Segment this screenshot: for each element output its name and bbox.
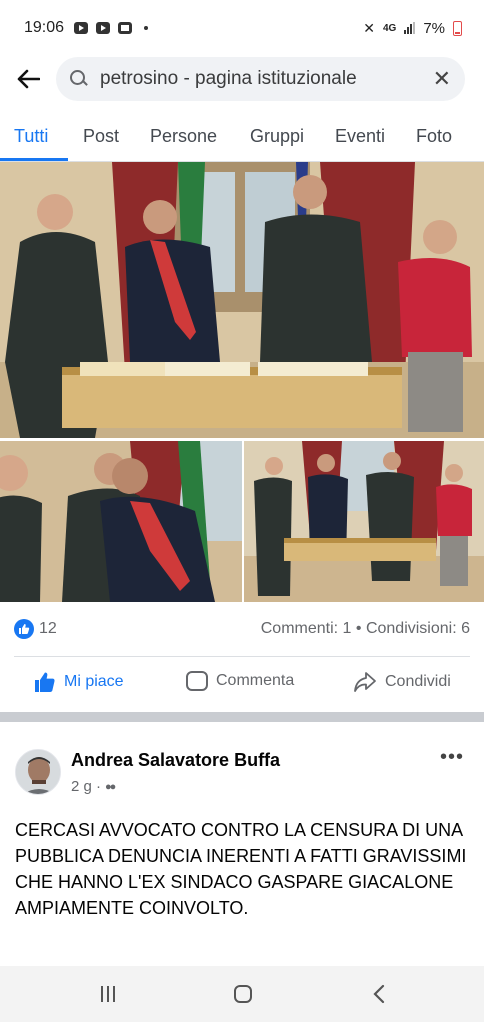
post-stats: 12 Commenti: 1 • Condivisioni: 6 bbox=[0, 614, 484, 644]
search-input[interactable]: petrosino - pagina istituzionale ✕ bbox=[56, 57, 465, 101]
like-count[interactable]: 12 bbox=[39, 620, 57, 638]
home-icon[interactable] bbox=[228, 980, 258, 1008]
author-name[interactable]: Andrea Salavatore Buffa bbox=[71, 750, 280, 771]
share-label: Condividi bbox=[385, 673, 451, 690]
post-photo-3[interactable] bbox=[244, 441, 484, 602]
search-query[interactable]: petrosino - pagina istituzionale bbox=[100, 68, 433, 90]
comment-icon bbox=[186, 671, 208, 691]
post-meta: 2 g · ●● bbox=[71, 778, 116, 795]
back-nav-icon[interactable] bbox=[364, 980, 394, 1008]
share-button[interactable]: Condividi bbox=[353, 671, 451, 693]
like-button[interactable]: Mi piace bbox=[34, 671, 124, 693]
tab-eventi[interactable]: Eventi bbox=[335, 126, 385, 147]
author-avatar[interactable] bbox=[15, 749, 61, 795]
tab-foto[interactable]: Foto bbox=[416, 126, 452, 147]
more-notifications-dot-icon bbox=[144, 26, 149, 30]
more-icon[interactable]: ••• bbox=[440, 746, 464, 769]
post-card: Andrea Salavatore Buffa 2 g · ●● ••• CER… bbox=[0, 722, 484, 966]
post-text: CERCASI AVVOCATO CONTRO LA CENSURA DI UN… bbox=[15, 820, 467, 918]
battery-percent: 7% bbox=[423, 19, 445, 37]
youtube-notification-icon-2 bbox=[96, 22, 111, 34]
friends-icon: ●● bbox=[105, 780, 116, 793]
like-label: Mi piace bbox=[64, 673, 124, 690]
status-time: 19:06 bbox=[24, 19, 65, 36]
tab-persone[interactable]: Persone bbox=[150, 126, 217, 147]
signal-icon bbox=[404, 22, 416, 34]
clear-icon[interactable]: ✕ bbox=[433, 66, 451, 92]
search-icon bbox=[70, 70, 88, 88]
post-photo-main[interactable] bbox=[0, 162, 484, 438]
recents-icon[interactable] bbox=[93, 980, 123, 1008]
battery-icon bbox=[453, 20, 462, 36]
post-time[interactable]: 2 g · bbox=[71, 778, 101, 795]
system-nav-bar bbox=[0, 966, 484, 1022]
share-icon bbox=[354, 672, 376, 692]
gallery-notification-icon bbox=[118, 22, 133, 34]
tab-post[interactable]: Post bbox=[83, 126, 119, 147]
like-badge-icon bbox=[14, 619, 34, 639]
post-photo-2[interactable] bbox=[0, 441, 242, 602]
comment-label: Commenta bbox=[216, 672, 295, 689]
comment-button[interactable]: Commenta bbox=[186, 671, 294, 691]
comments-shares-count[interactable]: Commenti: 1 • Condivisioni: 6 bbox=[261, 620, 470, 638]
tab-tutti[interactable]: Tutti bbox=[14, 126, 48, 147]
back-arrow-icon[interactable] bbox=[0, 56, 56, 102]
like-icon bbox=[35, 672, 55, 692]
feed-separator bbox=[0, 712, 484, 722]
search-header: petrosino - pagina istituzionale ✕ bbox=[0, 56, 484, 102]
search-filter-tabs: Tutti Post Persone Gruppi Eventi Foto bbox=[0, 118, 484, 162]
tab-gruppi[interactable]: Gruppi bbox=[250, 126, 304, 147]
youtube-notification-icon bbox=[74, 22, 89, 34]
post-actions: Mi piace Commenta Condividi bbox=[14, 656, 470, 708]
status-bar: 19:06 ✕ 4G 7% bbox=[0, 0, 484, 56]
mute-icon: ✕ bbox=[363, 19, 375, 36]
network-type: 4G bbox=[382, 22, 397, 34]
active-tab-indicator bbox=[0, 158, 68, 161]
